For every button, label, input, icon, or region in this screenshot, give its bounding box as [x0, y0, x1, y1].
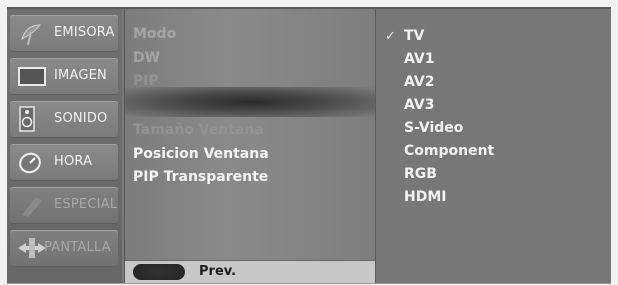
sidebar-item-sonido[interactable]: SONIDO: [10, 101, 118, 138]
option-hdmi[interactable]: HDMI: [404, 189, 446, 205]
sidebar-item-label: ESPECIAL: [54, 197, 118, 212]
satellite-dish-icon: [16, 19, 48, 47]
sidebar-item-imagen[interactable]: IMAGEN: [10, 58, 118, 95]
submenu-item-pip-transparente[interactable]: PIP Transparente: [133, 169, 268, 185]
submenu-item-dw[interactable]: DW: [133, 50, 160, 66]
submenu-item-modo[interactable]: Modo: [133, 26, 176, 42]
sidebar-item-emisora[interactable]: EMISORA: [10, 15, 118, 52]
option-s-video[interactable]: S-Video: [404, 120, 463, 136]
prev-label: Prev.: [199, 264, 237, 279]
clock-icon: [16, 148, 48, 176]
osd-menu-window: EMISORA IMAGEN SONIDO HORA ESPECIAL PANT…: [7, 7, 611, 284]
sidebar-item-hora[interactable]: HORA: [10, 144, 118, 181]
sidebar-item-pantalla[interactable]: PANTALLA: [10, 230, 118, 267]
sidebar-item-label: PANTALLA: [44, 240, 111, 255]
selection-highlight: [125, 87, 375, 117]
option-rgb[interactable]: RGB: [404, 166, 437, 182]
submenu-item-pip[interactable]: PIP: [133, 73, 159, 89]
sidebar-item-label: SONIDO: [54, 111, 108, 126]
sidebar-item-label: EMISORA: [54, 25, 115, 40]
speaker-icon: [16, 105, 48, 133]
selected-check-icon: ✓: [385, 29, 396, 44]
source-options-panel: ✓ TV AV1 AV2 AV3 S-Video Component RGB H…: [376, 9, 611, 283]
submenu-item-tamano-ventana[interactable]: Tamaño Ventana: [133, 122, 264, 138]
option-av1[interactable]: AV1: [404, 51, 434, 67]
pip-submenu: Modo DW PIP Tamaño Ventana Posicion Vent…: [124, 9, 376, 283]
sidebar-item-label: IMAGEN: [54, 68, 107, 83]
monitor-icon: [16, 62, 48, 90]
hint-bar: Prev.: [125, 260, 375, 283]
submenu-item-posicion-ventana[interactable]: Posicion Ventana: [133, 146, 269, 162]
sidebar-item-label: HORA: [54, 154, 93, 169]
category-sidebar: EMISORA IMAGEN SONIDO HORA ESPECIAL PANT…: [7, 9, 122, 283]
option-component[interactable]: Component: [404, 143, 494, 159]
special-icon: [16, 191, 48, 219]
option-av2[interactable]: AV2: [404, 74, 434, 90]
option-tv[interactable]: TV: [404, 28, 424, 44]
option-av3[interactable]: AV3: [404, 97, 434, 113]
prev-button-icon[interactable]: [133, 264, 185, 280]
sidebar-item-especial[interactable]: ESPECIAL: [10, 187, 118, 224]
